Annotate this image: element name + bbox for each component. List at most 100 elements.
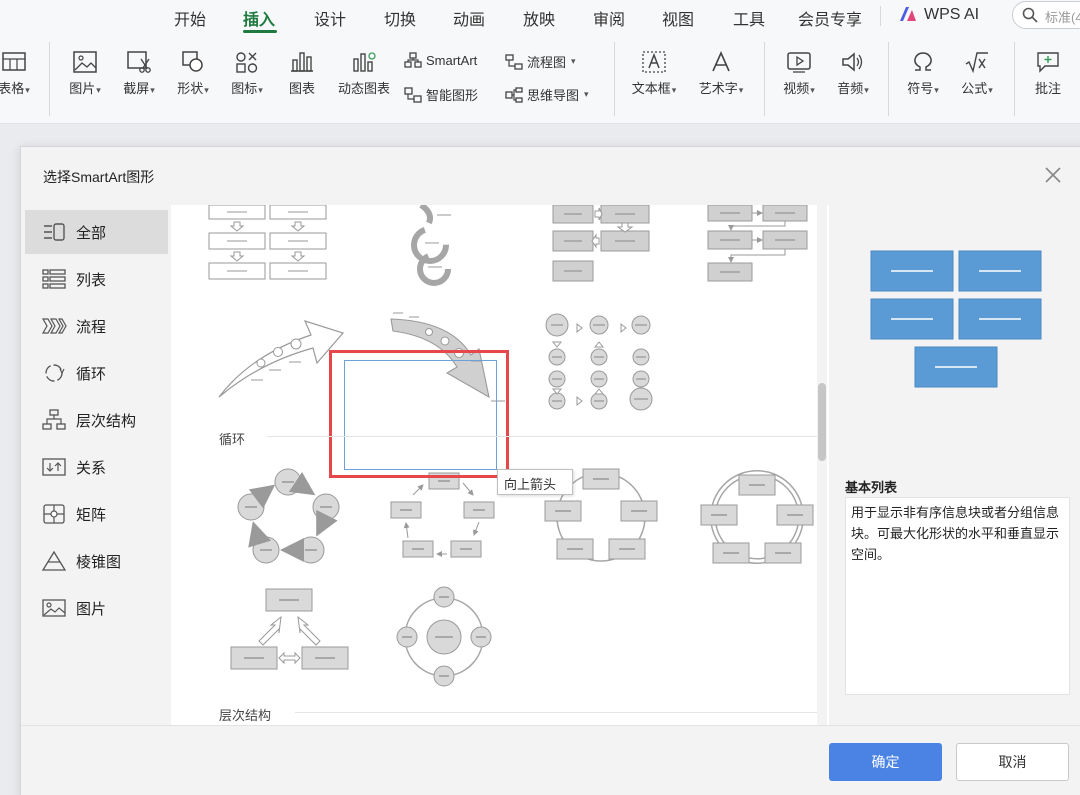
ribbon-toolbar: 表格▾ 图片▾ 截屏▾ 形状▾ 图标▾ 图表 动态图表 SmartArt 智能图… xyxy=(0,34,1080,124)
icon-button[interactable]: 图标▾ xyxy=(222,50,272,97)
thumb-circular-process[interactable] xyxy=(411,205,451,286)
flowchart-button[interactable]: 流程图 ▾ xyxy=(505,52,576,71)
category-cycle[interactable]: 循环 xyxy=(25,351,168,395)
tab-tools[interactable]: 工具 xyxy=(733,6,765,30)
menu-bar: 开始 插入 设计 切换 动画 放映 审阅 视图 工具 会员专享 WPS AI 标… xyxy=(0,0,1080,34)
list-icon xyxy=(42,269,66,289)
thumb-radial-cycle[interactable] xyxy=(396,586,492,687)
tab-wps-ai[interactable]: WPS AI xyxy=(924,6,979,24)
tab-review[interactable]: 审阅 xyxy=(593,6,625,30)
tab-slideshow[interactable]: 放映 xyxy=(523,6,555,30)
thumb-diverging-arrows[interactable] xyxy=(230,588,349,670)
category-all[interactable]: 全部 xyxy=(25,210,168,254)
textbox-label: 文本框 xyxy=(631,81,671,96)
category-matrix[interactable]: 矩阵 xyxy=(25,492,168,536)
category-label: 图片 xyxy=(76,600,107,618)
category-relationship[interactable]: 关系 xyxy=(25,445,168,489)
tab-animation[interactable]: 动画 xyxy=(453,6,485,30)
icon-label: 图标 xyxy=(231,81,258,96)
thumb-text-cycle[interactable] xyxy=(390,472,495,558)
cycle-icon xyxy=(45,364,65,382)
formula-button[interactable]: 公式▾ xyxy=(954,50,1000,97)
thumb-vertical-process[interactable] xyxy=(208,205,327,280)
dynamic-chart-button[interactable]: 动态图表 xyxy=(332,50,396,97)
chevron-down-icon: ▾ xyxy=(204,85,209,95)
thumb-bending-process[interactable] xyxy=(552,205,650,282)
chevron-down-icon: ▾ xyxy=(988,85,993,95)
dialog-title: 选择SmartArt图形 xyxy=(43,169,155,185)
wordart-button[interactable]: 艺术字▾ xyxy=(692,50,750,97)
thumb-continuous-cycle[interactable] xyxy=(700,470,814,564)
category-picture[interactable]: 图片 xyxy=(25,586,168,630)
tab-transition[interactable]: 切换 xyxy=(384,6,416,30)
screenshot-button[interactable]: 截屏▾ xyxy=(114,50,164,97)
formula-icon xyxy=(965,52,988,74)
search-placeholder: 标准(4 xyxy=(1045,10,1080,25)
video-label: 视频 xyxy=(783,81,810,96)
chevron-down-icon: ▾ xyxy=(584,89,589,99)
picture-button[interactable]: 图片▾ xyxy=(60,50,110,97)
ribbon-divider xyxy=(614,42,615,116)
chevron-down-icon: ▾ xyxy=(150,85,155,95)
tab-view[interactable]: 视图 xyxy=(662,6,694,30)
category-label: 循环 xyxy=(76,365,107,383)
category-process[interactable]: 流程 xyxy=(25,304,168,348)
wordart-label: 艺术字 xyxy=(698,81,738,96)
chart-button[interactable]: 图表 xyxy=(280,50,324,97)
preview-image xyxy=(870,250,1042,388)
category-label: 棱锥图 xyxy=(76,553,122,571)
category-pyramid[interactable]: 棱锥图 xyxy=(25,539,168,583)
process-icon xyxy=(41,318,67,334)
video-button[interactable]: 视频▾ xyxy=(776,50,822,97)
smartart-icon xyxy=(404,52,422,68)
thumb-basic-cycle[interactable] xyxy=(237,468,340,564)
category-hierarchy[interactable]: 层次结构 xyxy=(25,398,168,442)
thumb-upward-arrow[interactable] xyxy=(218,320,345,398)
symbol-button[interactable]: 符号▾ xyxy=(900,50,946,97)
close-icon[interactable] xyxy=(1043,165,1063,185)
mindmap-label: 思维导图 xyxy=(527,88,580,103)
wps-ai-logo-icon xyxy=(900,7,916,21)
gallery-scrollbar[interactable] xyxy=(817,205,827,725)
tab-home[interactable]: 开始 xyxy=(174,6,206,30)
category-list: 全部 列表 流程 循环 层次结构 关系 矩阵 棱锥图 图片 xyxy=(21,205,171,725)
table-button[interactable]: 表格▾ xyxy=(0,50,36,97)
textbox-button[interactable]: 文本框▾ xyxy=(626,50,682,97)
section-label-cycle: 循环 xyxy=(219,432,246,447)
ribbon-divider xyxy=(888,42,889,116)
chevron-down-icon: ▾ xyxy=(738,85,744,95)
ok-button[interactable]: 确定 xyxy=(829,743,942,781)
cancel-button[interactable]: 取消 xyxy=(956,743,1069,781)
smart-graphic-button[interactable]: 智能图形 xyxy=(404,85,478,104)
smart-graphic-icon xyxy=(404,86,422,103)
audio-button[interactable]: 音频▾ xyxy=(830,50,876,97)
picture-label: 图片 xyxy=(69,81,96,96)
section-divider xyxy=(267,436,823,437)
ribbon-divider xyxy=(764,42,765,116)
wordart-icon xyxy=(712,51,730,72)
tab-member[interactable]: 会员专享 xyxy=(798,6,862,30)
hierarchy-icon xyxy=(42,409,66,430)
thumb-step-process[interactable] xyxy=(707,205,808,282)
tab-insert[interactable]: 插入 xyxy=(243,6,275,30)
picture-icon xyxy=(42,599,66,617)
comment-button[interactable]: 批注 xyxy=(1026,50,1070,97)
category-label: 流程 xyxy=(76,318,107,336)
tab-design[interactable]: 设计 xyxy=(314,6,346,30)
selected-thumb-frame xyxy=(329,350,509,478)
chevron-down-icon: ▾ xyxy=(96,85,101,95)
dialog-header: 选择SmartArt图形 xyxy=(21,147,1080,205)
thumb-vertical-circle-list[interactable] xyxy=(545,313,653,411)
category-list-item[interactable]: 列表 xyxy=(25,257,168,301)
relationship-icon xyxy=(42,458,66,476)
shape-button[interactable]: 形状▾ xyxy=(168,50,218,97)
mindmap-button[interactable]: 思维导图 ▾ xyxy=(505,85,589,104)
smartart-button[interactable]: SmartArt xyxy=(404,52,477,68)
category-label: 层次结构 xyxy=(76,412,137,430)
bar-chart-icon xyxy=(291,52,313,72)
scrollbar-thumb[interactable] xyxy=(818,383,826,461)
chevron-down-icon: ▾ xyxy=(810,85,815,95)
search-input[interactable]: 标准(4 xyxy=(1012,1,1080,29)
comment-icon xyxy=(1037,52,1059,73)
dialog-footer: 确定 取消 xyxy=(21,725,1080,795)
